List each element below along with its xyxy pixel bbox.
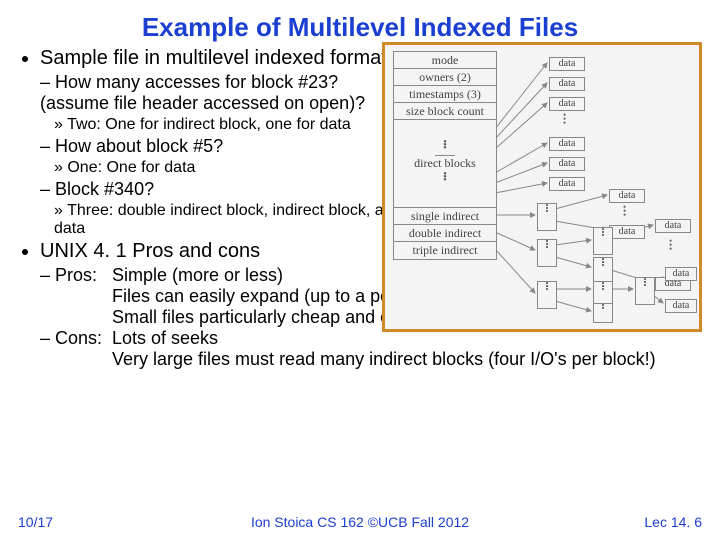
data-box: data xyxy=(665,299,697,313)
data-box: data xyxy=(549,97,585,111)
bullet-a340: Three: double indirect block, indirect b… xyxy=(54,202,414,238)
data-box: data xyxy=(549,57,585,71)
inode-single: single indirect xyxy=(394,208,496,225)
data-box: data xyxy=(549,177,585,191)
dots-icon: ••• xyxy=(563,113,566,125)
data-box: data xyxy=(665,267,697,281)
data-box: data xyxy=(549,157,585,171)
inode-timestamps: timestamps (3) xyxy=(394,86,496,103)
inode-block: mode owners (2) timestamps (3) size bloc… xyxy=(393,51,497,260)
ptr-box: ••• xyxy=(635,277,655,305)
data-box: data xyxy=(549,77,585,91)
inode-mode: mode xyxy=(394,52,496,69)
ptr-box: ••• xyxy=(537,239,557,267)
cons-text: Lots of seeks Very large files must read… xyxy=(112,328,720,370)
inode-triple: triple indirect xyxy=(394,242,496,259)
ptr-box: ••• xyxy=(537,203,557,231)
data-box: data xyxy=(609,225,645,239)
slide-title: Example of Multilevel Indexed Files xyxy=(18,12,702,43)
bullet-q340: Block #340? xyxy=(40,179,400,200)
bullet-q23: How many accesses for block #23? (assume… xyxy=(40,72,400,114)
data-box: data xyxy=(609,189,645,203)
inode-double: double indirect xyxy=(394,225,496,242)
footer-course: Ion Stoica CS 162 ©UCB Fall 2012 xyxy=(18,514,702,530)
dots-icon: ••• xyxy=(623,205,626,217)
bullet-a23: Two: One for indirect block, one for dat… xyxy=(54,116,414,134)
pros-label: Pros: xyxy=(40,265,112,328)
ptr-box: ••• xyxy=(593,227,613,255)
ptr-box: ••• xyxy=(537,281,557,309)
footer-lec: Lec 14. 6 xyxy=(644,514,702,530)
inode-diagram: mode owners (2) timestamps (3) size bloc… xyxy=(382,42,702,332)
footer-date: 10/17 xyxy=(18,514,53,530)
bullet-q5: How about block #5? xyxy=(40,136,400,157)
inode-size: size block count xyxy=(394,103,496,120)
bullet-sample: Sample file in multilevel indexed format… xyxy=(40,47,400,70)
inode-direct: ••• direct blocks ••• xyxy=(394,120,496,208)
footer: 10/17 Ion Stoica CS 162 ©UCB Fall 2012 L… xyxy=(18,514,702,530)
data-box: data xyxy=(549,137,585,151)
dots-icon: ••• xyxy=(669,239,672,251)
bullet-a5: One: One for data xyxy=(54,159,414,177)
cons-label: Cons: xyxy=(40,328,112,370)
ptr-box: •• xyxy=(593,303,613,323)
inode-owners: owners (2) xyxy=(394,69,496,86)
data-box: data xyxy=(655,219,691,233)
